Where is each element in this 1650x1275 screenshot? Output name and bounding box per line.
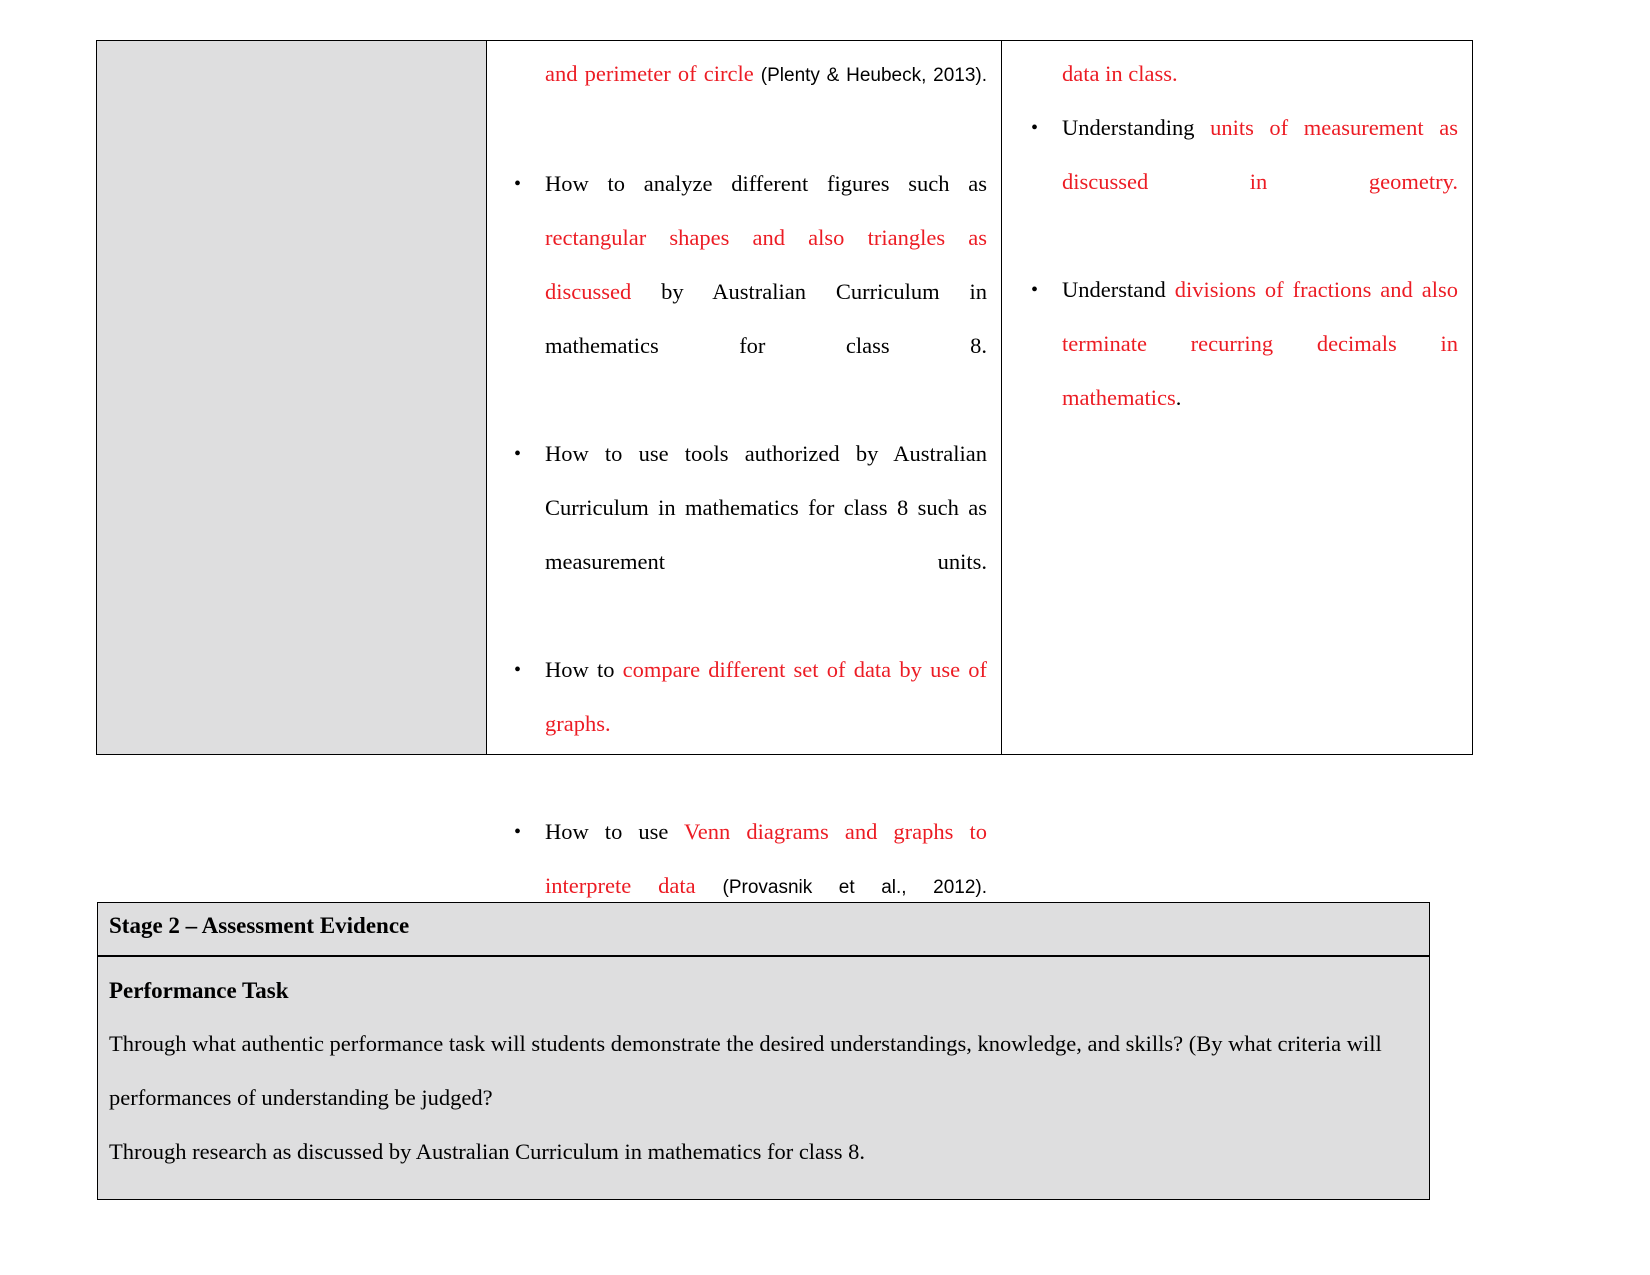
- skills-column-content: data in class. Understanding units of me…: [1002, 41, 1472, 754]
- performance-task-paragraph-2: Through research as discussed by Austral…: [109, 1139, 866, 1164]
- bullet-segment-black: How to use tools authorized by Australia…: [545, 441, 987, 574]
- performance-task-paragraph-1: Through what authentic performance task …: [109, 1031, 1382, 1110]
- knowledge-continued-citation: (Plenty & Heubeck, 2013).: [760, 65, 988, 86]
- knowledge-continued-red-text: and perimeter of circle: [545, 61, 754, 86]
- list-item: Understand divisions of fractions and al…: [1014, 263, 1458, 479]
- bullet-segment-black: How to: [545, 657, 623, 682]
- bullet-segment-period: .: [1175, 385, 1182, 410]
- skills-continued-red-text: data in class.: [1062, 61, 1178, 86]
- skills-continued-paragraph: data in class.: [1014, 47, 1458, 101]
- knowledge-column-content: and perimeter of circle (Plenty & Heubec…: [487, 41, 1001, 898]
- knowledge-bullet-list: How to analyze different figures such as…: [497, 157, 987, 969]
- knowledge-column-cell: and perimeter of circle (Plenty & Heubec…: [486, 40, 1002, 898]
- skills-column-cell: data in class. Understanding units of me…: [1001, 40, 1473, 755]
- performance-task-heading: Performance Task: [109, 978, 289, 1003]
- bullet-segment-black: How to use: [545, 819, 685, 844]
- performance-task-cell: Performance Task Through what authentic …: [97, 956, 1430, 1200]
- stage-2-header-content: Stage 2 – Assessment Evidence: [98, 903, 1429, 949]
- bullet-segment-black: How to analyze different figures such as: [545, 171, 987, 196]
- document-page: and perimeter of circle (Plenty & Heubec…: [0, 0, 1650, 1275]
- bullet-segment-citation: (Provasnik et al., 2012).: [722, 877, 988, 898]
- table-row: and perimeter of circle (Plenty & Heubec…: [96, 40, 1473, 898]
- left-empty-shaded-cell: [96, 40, 487, 755]
- skills-bullet-list: Understanding units of measurement as di…: [1014, 101, 1458, 479]
- stage-2-assessment-evidence-table: Stage 2 – Assessment Evidence Performanc…: [97, 902, 1430, 1200]
- page-title: Stage 2 – Assessment Evidence: [109, 913, 410, 938]
- knowledge-skills-table: and perimeter of circle (Plenty & Heubec…: [96, 40, 1473, 898]
- stage-2-header-cell: Stage 2 – Assessment Evidence: [97, 902, 1430, 956]
- table-row: Stage 2 – Assessment Evidence: [97, 902, 1430, 956]
- list-item: How to use tools authorized by Australia…: [497, 427, 987, 643]
- left-empty-cell-content: [97, 41, 486, 754]
- bullet-segment-black: Understanding: [1062, 115, 1211, 140]
- performance-task-content: Performance Task Through what authentic …: [98, 957, 1429, 1199]
- list-item: How to compare different set of data by …: [497, 643, 987, 805]
- bullet-segment-black: Understand: [1062, 277, 1175, 302]
- list-item: Understanding units of measurement as di…: [1014, 101, 1458, 263]
- table-row: Performance Task Through what authentic …: [97, 956, 1430, 1200]
- list-item: How to analyze different figures such as…: [497, 157, 987, 427]
- knowledge-continued-paragraph: and perimeter of circle (Plenty & Heubec…: [497, 47, 987, 157]
